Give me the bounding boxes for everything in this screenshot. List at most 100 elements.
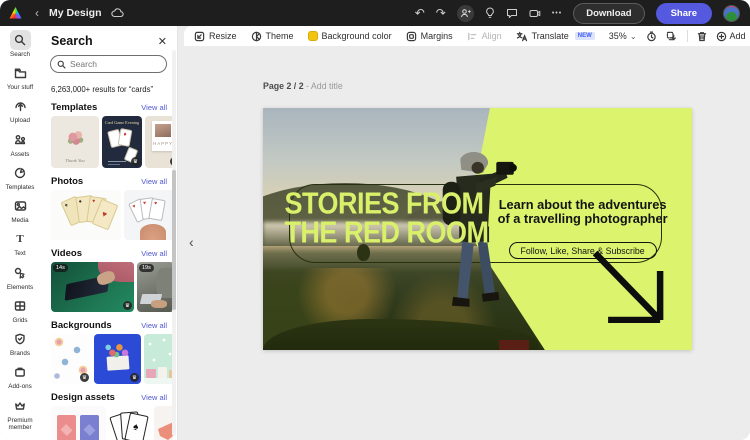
- delete-page-button[interactable]: [697, 31, 707, 42]
- timer-icon: [646, 31, 657, 42]
- crown-icon: [10, 396, 31, 416]
- templates-icon: [10, 163, 31, 183]
- video-duration-badge: 19s: [139, 264, 154, 272]
- trash-icon: [697, 31, 707, 42]
- premium-badge-icon: ♛: [80, 373, 89, 382]
- view-all-templates-link[interactable]: View all: [141, 103, 167, 112]
- video-duration-badge: 14s: [53, 264, 68, 272]
- media-icon: [10, 196, 31, 216]
- topbar: ‹ My Design ↶ ↷ ••• Download Share: [0, 0, 750, 26]
- background-color-button[interactable]: Background color: [308, 31, 392, 41]
- add-icon: [716, 31, 727, 42]
- resize-button[interactable]: Resize: [194, 31, 237, 42]
- templates-row: Thank You Card Game Evening ♦ ♛ HAPPY ♛: [51, 116, 173, 168]
- suggestions-lightbulb-icon[interactable]: [485, 7, 495, 19]
- template-thumbnail[interactable]: HAPPY ♛: [145, 116, 173, 168]
- video-thumbnail[interactable]: 19s: [137, 262, 173, 312]
- shield-icon: [10, 329, 31, 349]
- document-title[interactable]: My Design: [49, 7, 102, 19]
- sidebar-item-add-ons[interactable]: Add-ons: [0, 362, 40, 390]
- panel-scrollbar: [172, 50, 176, 436]
- video-thumbnail[interactable]: 14s ♛: [51, 262, 134, 312]
- design-title-text[interactable]: STORIES FROM THE RED ROOM: [284, 190, 488, 247]
- sidebar-item-grids[interactable]: Grids: [0, 296, 40, 324]
- back-icon[interactable]: ‹: [35, 6, 39, 20]
- margins-button[interactable]: Margins: [406, 31, 453, 42]
- sidebar-item-assets[interactable]: Assets: [0, 130, 40, 158]
- sidebar-item-elements[interactable]: Elements: [0, 263, 40, 291]
- cloud-sync-icon[interactable]: [111, 8, 124, 18]
- app-window: ‹ My Design ↶ ↷ ••• Download Share: [0, 0, 750, 440]
- background-thumbnail[interactable]: ♛: [51, 334, 91, 384]
- upload-icon: [10, 96, 31, 116]
- design-assets-row: ♛ ♠: [51, 406, 173, 440]
- adobe-express-logo-icon[interactable]: [9, 7, 22, 20]
- view-all-videos-link[interactable]: View all: [141, 249, 167, 258]
- sidebar-item-brands[interactable]: Brands: [0, 329, 40, 357]
- add-page-button[interactable]: Add: [716, 31, 746, 42]
- canvas-page[interactable]: STORIES FROM THE RED ROOM Learn about th…: [263, 108, 692, 350]
- present-slides-icon[interactable]: [529, 8, 541, 19]
- assets-icon: [10, 130, 31, 150]
- design-asset-thumbnail[interactable]: ♠: [109, 406, 151, 440]
- workspace: Resize Theme Background color Margins Al…: [178, 26, 750, 440]
- sidebar-item-media[interactable]: Media: [0, 196, 40, 224]
- sidebar-item-premium[interactable]: Premium member: [0, 396, 40, 431]
- template-thumbnail[interactable]: Thank You: [51, 116, 99, 168]
- design-asset-thumbnail[interactable]: ♛: [51, 406, 106, 440]
- photo-thumbnail[interactable]: ♥ ♥ ♥: [124, 190, 173, 240]
- undo-icon[interactable]: ↶: [415, 7, 425, 19]
- design-asset-thumbnail[interactable]: [154, 406, 173, 440]
- search-icon: [57, 60, 66, 69]
- sidebar-item-text[interactable]: T Text: [0, 229, 40, 257]
- share-button[interactable]: Share: [656, 3, 712, 24]
- sidebar-item-templates[interactable]: Templates: [0, 163, 40, 191]
- zoom-level-control[interactable]: 35% ⌄: [609, 31, 637, 41]
- collapse-panel-icon[interactable]: ‹: [189, 234, 194, 250]
- align-button[interactable]: Align: [467, 31, 502, 42]
- design-subtitle-text[interactable]: Learn about the adventures of a travelli…: [486, 198, 679, 227]
- premium-badge-icon: ♛: [123, 301, 132, 310]
- videos-row: 14s ♛ 19s: [51, 262, 173, 312]
- translate-button[interactable]: Translate NEW: [516, 31, 595, 42]
- resize-icon: [194, 31, 205, 42]
- view-all-design-assets-link[interactable]: View all: [141, 393, 167, 402]
- translate-icon: [516, 31, 528, 42]
- more-options-icon[interactable]: •••: [552, 10, 562, 17]
- sidebar-item-upload[interactable]: Upload: [0, 96, 40, 124]
- topbar-actions: ↶ ↷ ••• Download Share: [415, 3, 750, 24]
- sidebar-item-search[interactable]: Search: [0, 30, 40, 58]
- theme-button[interactable]: Theme: [251, 31, 294, 42]
- elements-icon: [10, 263, 31, 283]
- search-icon: [10, 30, 31, 50]
- close-icon[interactable]: ✕: [158, 35, 167, 48]
- search-input[interactable]: [70, 59, 160, 69]
- add-title-button[interactable]: - Add title: [306, 81, 343, 91]
- add-ons-icon: [10, 362, 31, 382]
- arrow-down-right-icon[interactable]: [589, 248, 666, 323]
- background-thumbnail[interactable]: ♛: [94, 334, 141, 384]
- download-button[interactable]: Download: [573, 3, 644, 24]
- view-all-backgrounds-link[interactable]: View all: [141, 321, 167, 330]
- add-collaborator-icon[interactable]: [457, 5, 474, 22]
- template-thumbnail[interactable]: Card Game Evening ♦ ♛: [102, 116, 142, 168]
- panel-title: Search: [51, 34, 93, 48]
- user-avatar[interactable]: [723, 5, 740, 22]
- multipage-icon: [666, 31, 678, 42]
- view-all-photos-link[interactable]: View all: [141, 177, 167, 186]
- timer-button[interactable]: [646, 31, 657, 42]
- comments-icon[interactable]: [506, 8, 518, 19]
- photo-thumbnail[interactable]: ♠ ♠ ♥ ♥: [51, 190, 121, 240]
- premium-badge-icon: ♛: [131, 157, 140, 166]
- grids-icon: [10, 296, 31, 316]
- redo-icon[interactable]: ↷: [436, 7, 446, 19]
- folder-icon: [10, 63, 31, 83]
- search-input-wrapper: [50, 55, 167, 73]
- panel-scrollbar-thumb[interactable]: [172, 170, 176, 310]
- multipage-view-button[interactable]: [666, 31, 678, 42]
- section-title-backgrounds: Backgrounds: [51, 320, 112, 331]
- background-thumbnail[interactable]: [144, 334, 173, 384]
- sidebar-item-your-stuff[interactable]: Your stuff: [0, 63, 40, 91]
- align-icon: [467, 31, 478, 42]
- context-toolbar: Resize Theme Background color Margins Al…: [184, 26, 750, 46]
